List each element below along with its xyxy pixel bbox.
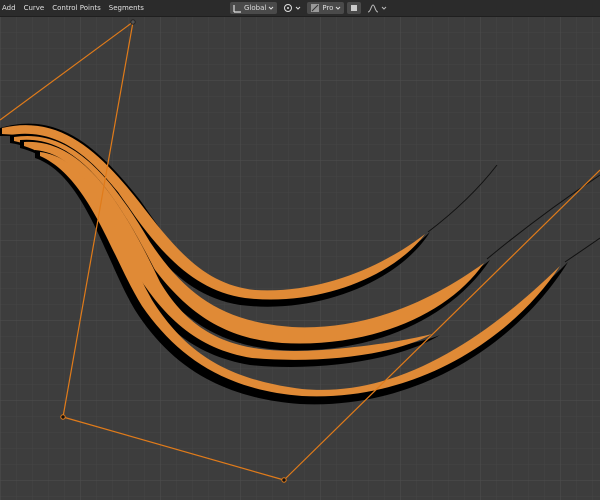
falloff-curve-icon xyxy=(367,3,379,13)
viewport-header: Add Curve Control Points Segments Global xyxy=(0,0,600,17)
chevron-down-icon xyxy=(268,5,274,11)
menu-control-points[interactable]: Control Points xyxy=(48,0,105,16)
snap-icon xyxy=(310,3,320,13)
orientation-label: Global xyxy=(244,4,267,12)
proportional-edit-icon xyxy=(350,4,358,12)
transform-orientation-dropdown[interactable]: Global xyxy=(230,2,278,14)
proportional-edit-toggle[interactable] xyxy=(347,2,362,14)
menu-curve[interactable]: Curve xyxy=(20,0,49,16)
header-menu: Add Curve Control Points Segments xyxy=(0,0,148,16)
orientation-icon xyxy=(233,4,242,13)
menu-segments[interactable]: Segments xyxy=(105,0,148,16)
pivot-icon xyxy=(283,3,293,13)
chevron-down-icon xyxy=(295,5,301,11)
3d-viewport[interactable] xyxy=(0,0,600,500)
proportional-label: Pro xyxy=(322,4,334,12)
chevron-down-icon xyxy=(335,5,341,11)
menu-add[interactable]: Add xyxy=(0,0,20,16)
falloff-dropdown[interactable] xyxy=(364,2,390,14)
control-point-bottom[interactable] xyxy=(281,477,287,483)
header-tools: Global Pro xyxy=(230,0,390,16)
pivot-point-dropdown[interactable] xyxy=(280,2,304,14)
snap-toggle[interactable]: Pro xyxy=(307,2,345,14)
control-point-top[interactable] xyxy=(130,19,136,25)
control-point-bottom-left[interactable] xyxy=(60,414,66,420)
chevron-down-icon xyxy=(381,5,387,11)
